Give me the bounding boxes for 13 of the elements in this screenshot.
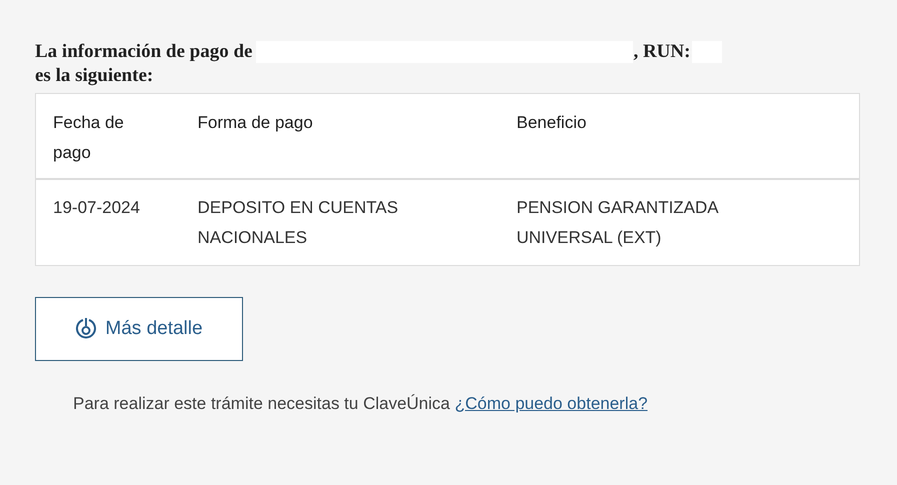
heading-text: La información de pago de xyxy=(35,40,252,64)
table-cell-text: 19-07-2024 xyxy=(53,197,141,219)
table-cell-text: PENSION GARANTIZADA UNIVERSAL (EXT) xyxy=(516,197,720,249)
column-header: Forma de pago xyxy=(198,112,314,134)
column-header: Fecha de pago xyxy=(53,112,125,164)
help-link[interactable]: ¿Cómo puedo obtenerla? xyxy=(454,394,648,413)
more-detail-button[interactable]: Más detalle xyxy=(35,297,243,361)
footer-text: Para realizar este trámite necesitas tu ClaveÚnica xyxy=(73,394,450,413)
target-icon xyxy=(75,317,98,341)
table-cell-text: DEPOSITO EN CUENTAS NACIONALES xyxy=(198,197,400,249)
heading-text: , RUN: xyxy=(633,40,690,64)
heading-text: es la siguiente: xyxy=(35,64,154,88)
column-header: Beneficio xyxy=(516,112,588,134)
